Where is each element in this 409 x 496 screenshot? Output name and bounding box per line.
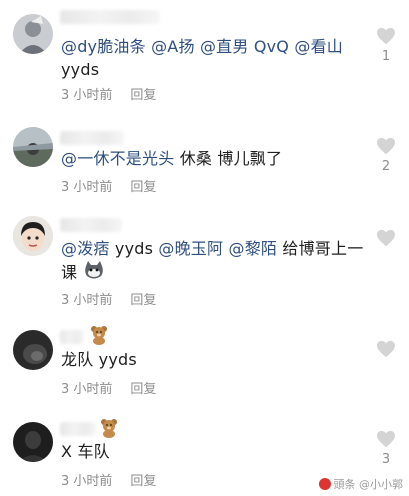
toutiao-logo-icon: [318, 478, 331, 490]
comment-text-full: @一休不是光头 休桑 博儿飘了: [61, 149, 282, 168]
comment-text-part: 给博哥上一: [277, 239, 364, 258]
teddy-bear-icon: [99, 418, 119, 442]
comment-text: @一休不是光头 休桑 博儿飘了: [61, 147, 361, 171]
teddy-bear-icon: [89, 325, 109, 349]
username-redacted: [60, 218, 122, 232]
heart-icon[interactable]: [376, 340, 396, 358]
heart-icon[interactable]: [376, 229, 396, 247]
timestamp: 3 小时前: [61, 474, 113, 489]
comment-text: @泼痞 yyds @晚玉阿 @黎陌 给博哥上一: [61, 237, 381, 261]
comment-meta: 3 小时前 回复: [61, 289, 156, 308]
reply-button[interactable]: 回复: [130, 176, 156, 195]
like-button[interactable]: [375, 340, 397, 362]
like-button[interactable]: 1: [375, 27, 397, 64]
like-button[interactable]: [375, 229, 397, 251]
mention-link[interactable]: @泼痞: [61, 239, 110, 258]
mention-link[interactable]: @一休不是光头: [61, 149, 174, 168]
heart-icon[interactable]: [376, 430, 396, 448]
avatar[interactable]: [13, 330, 53, 370]
username-redacted: [60, 422, 96, 436]
mention-link[interactable]: @黎陌: [223, 239, 277, 258]
comment-text-line2: yyds: [61, 58, 361, 82]
username-redacted: [60, 131, 124, 145]
reply-button[interactable]: 回复: [130, 289, 156, 308]
avatar[interactable]: [13, 14, 53, 54]
comment-item: @一休不是光头 休桑 博儿飘了 3 小时前 回复 2: [0, 115, 409, 205]
timestamp: 3 小时前: [61, 382, 113, 397]
comment-text: @dy脆油条 @A扬 @直男 QvQ @看山: [61, 35, 361, 59]
like-count: 1: [381, 49, 391, 64]
like-button[interactable]: 3: [375, 430, 397, 467]
comment-meta: 3 小时前 回复: [61, 378, 156, 397]
username-redacted: [60, 10, 160, 24]
avatar[interactable]: [13, 127, 53, 167]
comment-item: 龙队 yyds 3 小时前 回复: [0, 320, 409, 410]
comment-text-line1: 龙队 yyds: [61, 350, 137, 369]
watermark-text: 頭条 @小小郭: [333, 478, 404, 491]
like-button[interactable]: 2: [375, 137, 397, 174]
mention-link[interactable]: @晚玉阿: [153, 239, 223, 258]
username-redacted: [60, 330, 84, 344]
comment-item: @泼痞 yyds @晚玉阿 @黎陌 给博哥上一 课 3 小时前 回复: [0, 205, 409, 315]
comment-text-part: 博儿飘了: [212, 149, 283, 168]
avatar[interactable]: [13, 216, 53, 256]
reply-button[interactable]: 回复: [130, 84, 156, 103]
comment-meta: 3 小时前 回复: [61, 176, 156, 195]
like-count: 3: [381, 452, 391, 467]
comment-text-continued: yyds: [61, 60, 100, 79]
comment-text-line1: X 车队: [61, 442, 110, 461]
comment-text: 龙队 yyds: [61, 348, 361, 372]
avatar[interactable]: [13, 422, 53, 462]
reply-button[interactable]: 回复: [130, 470, 156, 489]
cat-face-sticker: [83, 260, 105, 287]
reply-button[interactable]: 回复: [130, 378, 156, 397]
heart-icon[interactable]: [376, 137, 396, 155]
timestamp: 3 小时前: [61, 293, 113, 308]
comment-text-line2: 课: [61, 260, 361, 287]
comment-text-line1: @dy脆油条 @A扬 @直男 QvQ @看山: [61, 37, 343, 56]
watermark: 頭条 @小小郭: [318, 476, 404, 492]
timestamp: 3 小时前: [61, 88, 113, 103]
comment-text-full: @泼痞 yyds @晚玉阿 @黎陌 给博哥上一: [61, 239, 363, 258]
comment-meta: 3 小时前 回复: [61, 470, 156, 489]
comment-text-part: yyds: [109, 239, 154, 258]
timestamp: 3 小时前: [61, 180, 113, 195]
comment-item: @dy脆油条 @A扬 @直男 QvQ @看山 yyds 3 小时前 回复 1: [0, 0, 409, 110]
comment-text: X 车队: [61, 440, 361, 464]
like-count: 2: [381, 159, 391, 174]
comment-meta: 3 小时前 回复: [61, 84, 156, 103]
comment-text-continued: 课: [61, 263, 78, 282]
comment-text-part: 休桑: [174, 149, 213, 168]
heart-icon[interactable]: [376, 27, 396, 45]
